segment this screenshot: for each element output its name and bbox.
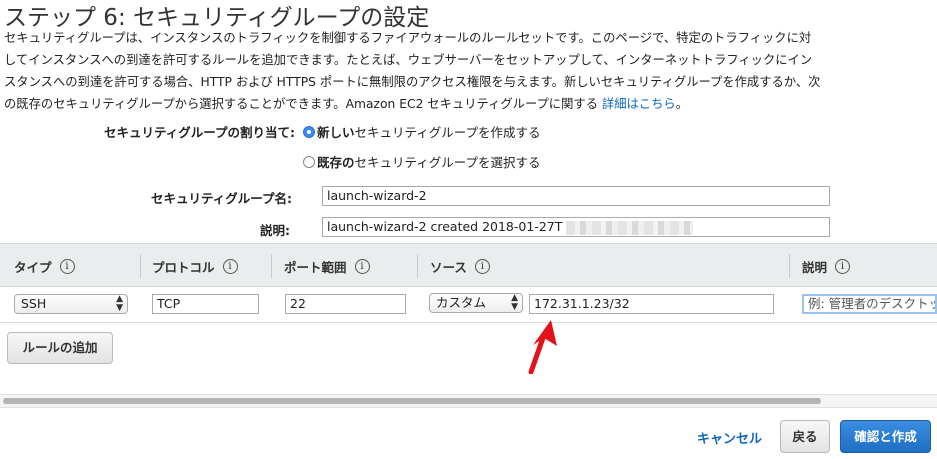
intro-line: の既存のセキュリティグループから選択することができます。Amazon EC2 セ… xyxy=(4,93,934,115)
info-icon[interactable]: i xyxy=(474,259,490,274)
port-range-input[interactable]: 22 xyxy=(285,294,406,314)
learn-more-link[interactable]: 詳細はこちら xyxy=(602,97,676,111)
column-divider xyxy=(417,254,418,278)
source-select[interactable]: カスタム ▲ ▼ xyxy=(429,293,523,313)
intro-text: セキュリティグループは、インスタンスのトラフィックを制御するファイアウォールのル… xyxy=(4,27,934,115)
rules-table-header: タイプ i プロトコル i ポート範囲 i ソース i 説明 i xyxy=(0,243,937,287)
radio-create-new-bold: 新しい xyxy=(317,125,355,140)
radio-select-existing-label: セキュリティグループを選択する xyxy=(354,155,541,170)
radio-button-checked[interactable] xyxy=(303,125,315,138)
description-value: launch-wizard-2 created 2018-01-27T xyxy=(327,219,563,234)
type-select[interactable]: SSH ▲ ▼ xyxy=(14,294,128,314)
header-type-label: タイプ xyxy=(14,260,52,275)
redacted-blur xyxy=(566,221,693,235)
intro-line-text: の既存のセキュリティグループから選択することができます。Amazon EC2 セ… xyxy=(4,97,602,111)
description-input[interactable]: launch-wizard-2 created 2018-01-27T xyxy=(322,217,830,237)
intro-line: スタンスへの到達を許可する場合、HTTP および HTTPS ポートに無制限のア… xyxy=(4,75,821,89)
info-icon[interactable]: i xyxy=(222,259,238,274)
header-type: タイプ i xyxy=(14,257,75,276)
radio-create-new-label: セキュリティグループを作成する xyxy=(354,125,541,140)
description-label: 説明: xyxy=(260,223,290,238)
rule-description-input[interactable]: 例: 管理者のデスクトップ xyxy=(802,294,937,314)
intro-line: してインスタンスへの到達を許可するルールを追加できます。たとえば、ウェブサーバー… xyxy=(4,53,813,67)
back-button[interactable]: 戻る xyxy=(780,420,830,453)
protocol-input[interactable]: TCP xyxy=(152,294,259,314)
radio-create-new[interactable]: 新しい セキュリティグループを作成する xyxy=(303,122,541,141)
radio-select-existing-bold: 既存の xyxy=(317,155,355,170)
table-row: SSH ▲ ▼ TCP 22 カスタム ▲ ▼ 172.31.1.23/32 例: … xyxy=(0,287,937,323)
red-arrow-icon xyxy=(528,320,557,374)
source-select-value: カスタム xyxy=(436,295,487,310)
horizontal-scrollbar[interactable] xyxy=(0,394,937,408)
radio-select-existing[interactable]: 既存の セキュリティグループを選択する xyxy=(303,152,541,171)
source-cidr-input[interactable]: 172.31.1.23/32 xyxy=(529,294,774,314)
column-divider xyxy=(789,254,790,278)
group-name-label: セキュリティグループ名: xyxy=(151,191,292,206)
column-divider xyxy=(271,254,272,278)
info-icon[interactable]: i xyxy=(835,259,851,274)
header-description-label: 説明 xyxy=(802,260,828,275)
info-icon[interactable]: i xyxy=(354,259,370,274)
assignment-label: セキュリティグループの割り当て: xyxy=(104,125,295,140)
column-divider xyxy=(140,254,141,278)
up-down-arrows-icon: ▲ ▼ xyxy=(116,294,123,313)
intro-line: セキュリティグループは、インスタンスのトラフィックを制御するファイアウォールのル… xyxy=(4,31,812,45)
header-description: 説明 i xyxy=(802,257,851,276)
header-source: ソース i xyxy=(430,257,490,276)
review-and-launch-button[interactable]: 確認と作成 xyxy=(840,420,931,453)
group-name-input[interactable]: launch-wizard-2 xyxy=(322,186,830,206)
cancel-button[interactable]: キャンセル xyxy=(697,428,762,447)
scrollbar-thumb[interactable] xyxy=(3,398,821,404)
intro-suffix: 。 xyxy=(675,97,689,111)
up-down-arrows-icon: ▲ ▼ xyxy=(511,293,518,312)
header-port-range: ポート範囲 i xyxy=(284,257,370,276)
radio-button-unchecked[interactable] xyxy=(303,155,315,168)
add-rule-button[interactable]: ルールの追加 xyxy=(7,332,113,364)
header-port-range-label: ポート範囲 xyxy=(284,260,347,275)
header-protocol: プロトコル i xyxy=(152,257,238,276)
header-protocol-label: プロトコル xyxy=(152,260,215,275)
info-icon[interactable]: i xyxy=(59,259,75,274)
header-source-label: ソース xyxy=(430,260,467,275)
type-select-value: SSH xyxy=(21,296,47,311)
